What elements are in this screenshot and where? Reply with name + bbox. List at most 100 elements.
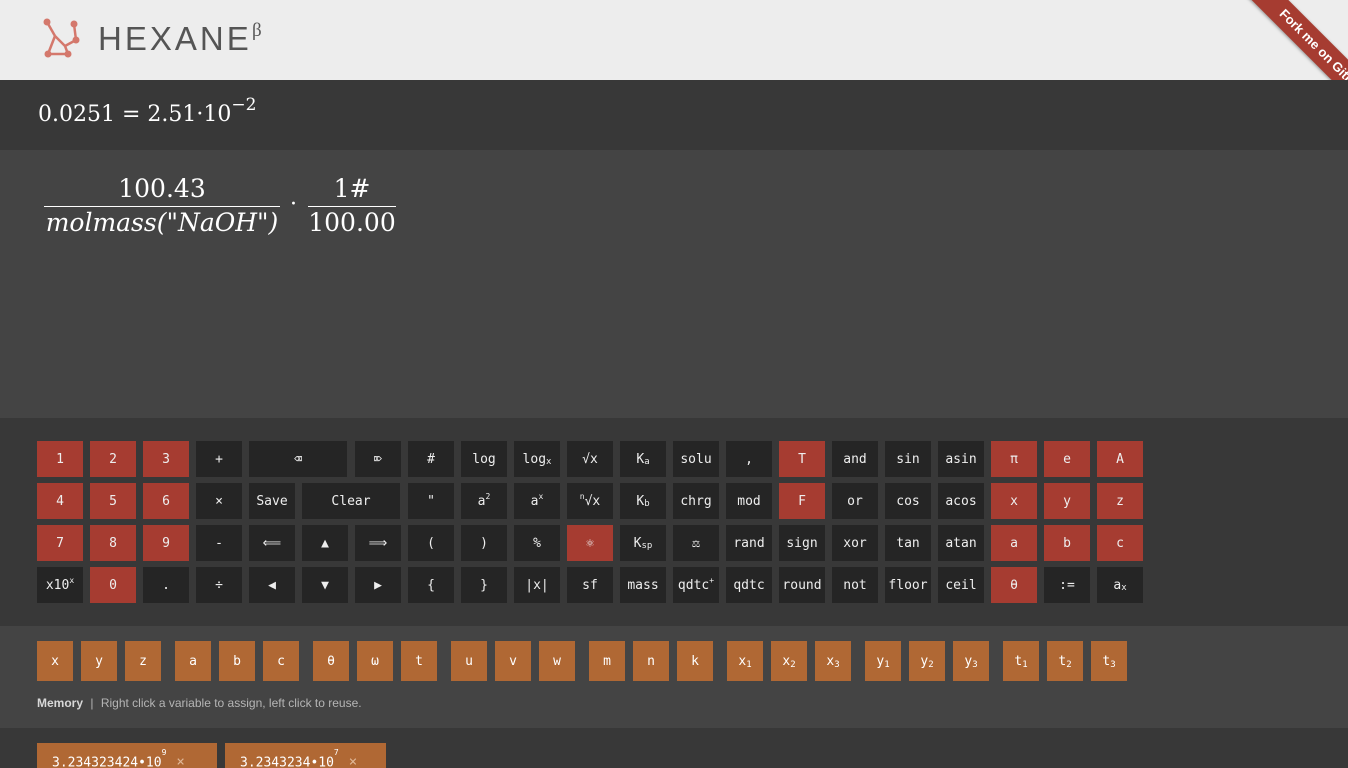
variable-θ[interactable]: θ xyxy=(313,641,349,681)
key-1-14[interactable]: or xyxy=(832,483,878,519)
key-3-1[interactable]: 0 xyxy=(90,567,136,603)
key-1-2[interactable]: 6 xyxy=(143,483,189,519)
key-1-9[interactable]: n √x xyxy=(567,483,613,519)
key-2-16[interactable]: tan xyxy=(885,525,931,561)
key-0-8[interactable]: log x xyxy=(514,441,560,477)
key-0-0[interactable]: 1 xyxy=(37,441,83,477)
key-3-2[interactable]: . xyxy=(143,567,189,603)
key-3-20[interactable]: ax xyxy=(1097,567,1143,603)
key-2-0[interactable]: 7 xyxy=(37,525,83,561)
key-2-6[interactable]: ⟹ xyxy=(355,525,401,561)
key-3-5[interactable]: ▼ xyxy=(302,567,348,603)
variable-t1[interactable]: t1 xyxy=(1003,641,1039,681)
key-0-18[interactable]: e xyxy=(1044,441,1090,477)
key-3-10[interactable]: sf xyxy=(567,567,613,603)
key-2-15[interactable]: xor xyxy=(832,525,878,561)
key-1-10[interactable]: Kb xyxy=(620,483,666,519)
key-1-16[interactable]: acos xyxy=(938,483,984,519)
key-0-2[interactable]: 3 xyxy=(143,441,189,477)
variable-y1[interactable]: y1 xyxy=(865,641,901,681)
variable-m[interactable]: m xyxy=(589,641,625,681)
variable-t[interactable]: t xyxy=(401,641,437,681)
key-2-2[interactable]: 9 xyxy=(143,525,189,561)
key-1-12[interactable]: mod xyxy=(726,483,772,519)
variable-x2[interactable]: x2 xyxy=(771,641,807,681)
key-2-9[interactable]: % xyxy=(514,525,560,561)
key-0-1[interactable]: 2 xyxy=(90,441,136,477)
key-2-1[interactable]: 8 xyxy=(90,525,136,561)
key-0-3[interactable]: + xyxy=(196,441,242,477)
variable-x1[interactable]: x1 xyxy=(727,641,763,681)
memory-item[interactable]: 3.234323424•109 × xyxy=(37,743,217,768)
key-1-11[interactable]: chrg xyxy=(673,483,719,519)
key-0-16[interactable]: asin xyxy=(938,441,984,477)
variable-b[interactable]: b xyxy=(219,641,255,681)
key-1-0[interactable]: 4 xyxy=(37,483,83,519)
key-2-12[interactable]: ⚖ xyxy=(673,525,719,561)
variable-w[interactable]: w xyxy=(539,641,575,681)
key-2-11[interactable]: Ksp xyxy=(620,525,666,561)
memory-item[interactable]: 3.2343234•107 × xyxy=(225,743,386,768)
variable-ω[interactable]: ω xyxy=(357,641,393,681)
key-3-14[interactable]: round xyxy=(779,567,825,603)
key-3-13[interactable]: qdtc xyxy=(726,567,772,603)
key-3-18[interactable]: θ xyxy=(991,567,1037,603)
key-2-8[interactable]: ) xyxy=(461,525,507,561)
key-2-10[interactable]: ⚛ xyxy=(567,525,613,561)
variable-y2[interactable]: y2 xyxy=(909,641,945,681)
key-2-14[interactable]: sign xyxy=(779,525,825,561)
memory-remove-icon[interactable]: × xyxy=(176,754,184,768)
key-3-8[interactable]: } xyxy=(461,567,507,603)
memory-remove-icon[interactable]: × xyxy=(349,754,357,768)
variable-z[interactable]: z xyxy=(125,641,161,681)
key-1-5[interactable]: Clear xyxy=(302,483,400,519)
key-1-7[interactable]: a2 xyxy=(461,483,507,519)
variable-n[interactable]: n xyxy=(633,641,669,681)
variable-y3[interactable]: y3 xyxy=(953,641,989,681)
key-0-13[interactable]: T xyxy=(779,441,825,477)
key-3-6[interactable]: ▶ xyxy=(355,567,401,603)
key-3-4[interactable]: ◀ xyxy=(249,567,295,603)
key-0-12[interactable]: , xyxy=(726,441,772,477)
key-3-11[interactable]: mass xyxy=(620,567,666,603)
key-1-13[interactable]: F xyxy=(779,483,825,519)
variable-x[interactable]: x xyxy=(37,641,73,681)
key-0-6[interactable]: # xyxy=(408,441,454,477)
key-3-3[interactable]: ÷ xyxy=(196,567,242,603)
key-1-17[interactable]: x xyxy=(991,483,1037,519)
key-1-15[interactable]: cos xyxy=(885,483,931,519)
variable-k[interactable]: k xyxy=(677,641,713,681)
key-3-16[interactable]: floor xyxy=(885,567,931,603)
key-2-20[interactable]: c xyxy=(1097,525,1143,561)
key-1-3[interactable]: × xyxy=(196,483,242,519)
expression-input[interactable]: 100.43 molmass("NaOH") · 1# 100.00 xyxy=(0,150,1348,418)
key-0-7[interactable]: log xyxy=(461,441,507,477)
variable-y[interactable]: y xyxy=(81,641,117,681)
key-0-4[interactable]: ⌫ xyxy=(249,441,347,477)
key-2-17[interactable]: atan xyxy=(938,525,984,561)
key-2-3[interactable]: - xyxy=(196,525,242,561)
key-1-18[interactable]: y xyxy=(1044,483,1090,519)
variable-t2[interactable]: t2 xyxy=(1047,641,1083,681)
key-2-18[interactable]: a xyxy=(991,525,1037,561)
key-3-7[interactable]: { xyxy=(408,567,454,603)
key-0-10[interactable]: Ka xyxy=(620,441,666,477)
variable-u[interactable]: u xyxy=(451,641,487,681)
key-2-13[interactable]: rand xyxy=(726,525,772,561)
key-3-15[interactable]: not xyxy=(832,567,878,603)
key-0-19[interactable]: A xyxy=(1097,441,1143,477)
key-2-7[interactable]: ( xyxy=(408,525,454,561)
key-3-12[interactable]: qdtc + xyxy=(673,567,719,603)
key-2-4[interactable]: ⟸ xyxy=(249,525,295,561)
variable-x3[interactable]: x3 xyxy=(815,641,851,681)
key-1-6[interactable]: " xyxy=(408,483,454,519)
key-3-0[interactable]: x10 x xyxy=(37,567,83,603)
variable-t3[interactable]: t3 xyxy=(1091,641,1127,681)
variable-a[interactable]: a xyxy=(175,641,211,681)
key-0-5[interactable]: ⌦ xyxy=(355,441,401,477)
key-0-15[interactable]: sin xyxy=(885,441,931,477)
key-0-14[interactable]: and xyxy=(832,441,878,477)
key-0-9[interactable]: √x xyxy=(567,441,613,477)
key-2-19[interactable]: b xyxy=(1044,525,1090,561)
key-3-19[interactable]: := xyxy=(1044,567,1090,603)
